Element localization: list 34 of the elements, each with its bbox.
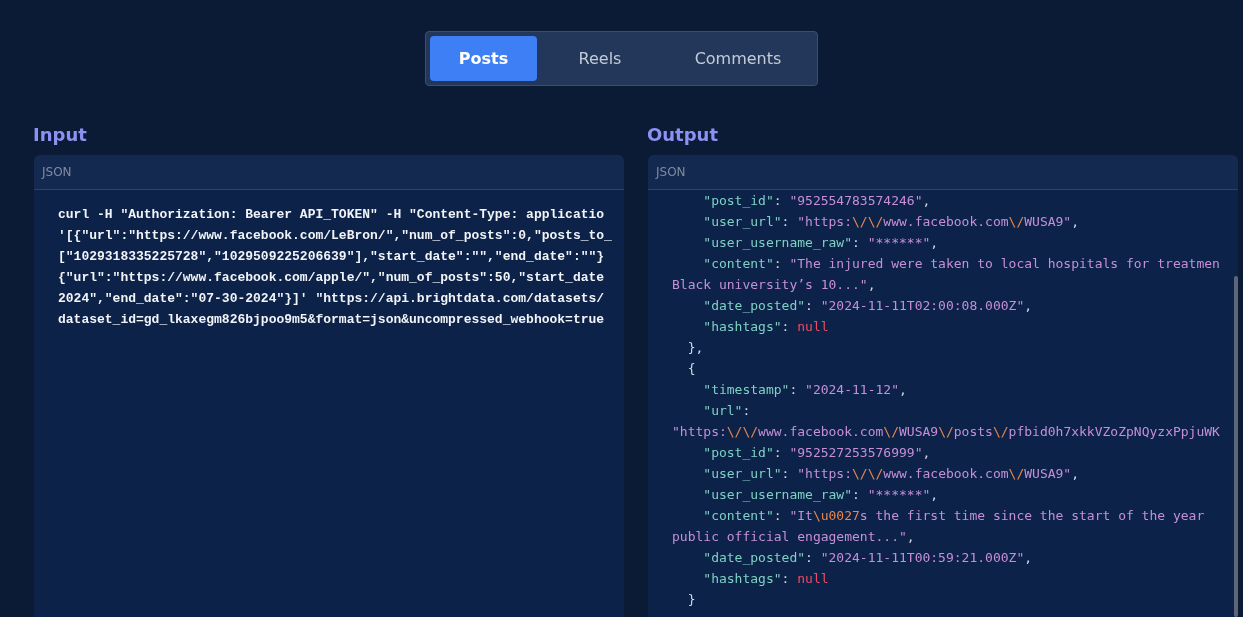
code-line: ["1029318335225728","1029509225206639"],"start_date":"","end_date":""}: [58, 248, 606, 266]
code-line: },: [686, 339, 705, 357]
tab[interactable]: Reels: [541, 36, 659, 81]
scrollbar-thumb[interactable]: [1234, 276, 1238, 617]
tab[interactable]: Comments: [663, 36, 813, 81]
code-line: "date_posted": "2024-11-11T02:00:08.000Z",: [702, 297, 1034, 315]
code-line: public official engagement...",: [672, 528, 916, 546]
tab[interactable]: Posts: [430, 36, 537, 81]
code-line: '[{"url":"https://www.facebook.com/LeBron/","num_of_posts":0,"posts_to_: [58, 227, 613, 245]
code-line: {: [686, 360, 697, 378]
code-line: "post_id": "952527253576999",: [702, 444, 932, 462]
code-line: "user_url": "https:\/\/www.facebook.com\/WUSA9",: [702, 465, 1081, 483]
code-line: "hashtags": null: [702, 570, 830, 588]
code-line: 2024","end_date":"07-30-2024"}]' "https://api.brightdata.com/datasets/: [58, 290, 606, 308]
code-line: }: [686, 591, 697, 609]
code-line: dataset_id=gd_lkaxegm826bjpoo9m5&format=json&uncompressed_webhook=true: [58, 311, 606, 329]
section-title: Input: [33, 124, 88, 145]
code-line: "url":: [702, 402, 752, 420]
code-line: {"url":"https://www.facebook.com/apple/","num_of_posts":50,"start_date: [58, 269, 606, 287]
code-line: Black university’s 10...",: [672, 276, 877, 294]
code-line: "date_posted": "2024-11-11T00:59:21.000Z",: [702, 549, 1034, 567]
code-line: "user_username_raw": "******",: [702, 486, 940, 504]
code-line: "content": "The injured were taken to local hospitals for treatmen: [702, 255, 1221, 273]
code-line: "user_url": "https:\/\/www.facebook.com\/WUSA9",: [702, 213, 1081, 231]
code-line: "content": "It\u0027s the first time since the start of the year: [702, 507, 1206, 525]
code-line: "user_username_raw": "******",: [702, 234, 940, 252]
section-title: Output: [647, 124, 720, 145]
panel-label: JSON: [656, 165, 686, 179]
code-line: "https:\/\/www.facebook.com\/WUSA9\/posts\/pfbid0h7xkkVZoZpNQyzxPpjuWK: [672, 423, 1221, 441]
code-line: "hashtags": null: [702, 318, 830, 336]
code-line: curl -H "Authorization: Bearer API_TOKEN" -H "Content-Type: applicatio: [58, 206, 606, 224]
panel-label: JSON: [42, 165, 72, 179]
code-line: "timestamp": "2024-11-12",: [702, 381, 908, 399]
code-line: "post_id": "952554783574246",: [702, 192, 932, 210]
